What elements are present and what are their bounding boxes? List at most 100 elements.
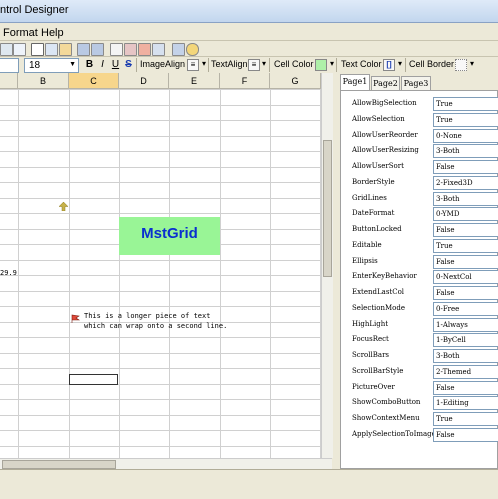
- property-value[interactable]: False: [433, 160, 498, 174]
- property-row: SelectionMode 0-Free: [341, 301, 498, 317]
- scrollbar-thumb[interactable]: [323, 140, 332, 277]
- property-value[interactable]: 3-Both: [433, 191, 498, 206]
- property-value[interactable]: 1-Editing: [433, 396, 498, 411]
- property-name: ButtonLocked: [352, 225, 402, 233]
- property-value[interactable]: 2-Fixed3D: [433, 175, 498, 190]
- property-value[interactable]: False: [433, 380, 498, 395]
- property-row: ButtonLocked False: [341, 223, 498, 238]
- menu-help[interactable]: Help: [41, 27, 64, 39]
- property-value[interactable]: 0-NextCol: [433, 270, 498, 285]
- column-header-selected[interactable]: C: [69, 73, 119, 89]
- grid[interactable]: B C D E F G MstGrid 29.9 This is a longe…: [0, 73, 321, 458]
- property-value[interactable]: 1-ByCell: [433, 333, 498, 348]
- property-value[interactable]: 3-Both: [433, 144, 498, 159]
- property-name: ExtendLastCol: [352, 288, 405, 296]
- property-name: ScrollBars: [352, 351, 390, 359]
- column-header[interactable]: D: [119, 73, 169, 89]
- strikethrough-button[interactable]: S: [123, 59, 134, 71]
- text-color-swatch-icon[interactable]: []: [383, 59, 395, 71]
- font-name-combo[interactable]: [0, 58, 19, 73]
- property-row: FocusRect 1-ByCell: [341, 333, 498, 348]
- property-value[interactable]: 0-Free: [433, 301, 498, 316]
- grid-row-line: [0, 198, 321, 199]
- image-align-icon[interactable]: ≡: [187, 59, 199, 71]
- property-value[interactable]: True: [433, 97, 498, 111]
- property-value[interactable]: 0-None: [433, 128, 498, 143]
- chevron-down-icon: ▼: [69, 61, 76, 68]
- toolbar-separator: [208, 58, 209, 72]
- property-value[interactable]: 2-Themed: [433, 364, 498, 379]
- cut-icon[interactable]: [31, 43, 44, 56]
- text-color-label: Text Color: [341, 59, 382, 69]
- property-value[interactable]: 1-Always: [433, 317, 498, 332]
- property-row: ShowComboButton 1-Editing: [341, 396, 498, 411]
- property-value[interactable]: False: [433, 254, 498, 269]
- delete-row-icon[interactable]: [91, 43, 104, 56]
- property-value[interactable]: False: [433, 286, 498, 300]
- row-header-corner: [0, 73, 18, 89]
- copy-icon[interactable]: [45, 43, 58, 56]
- image-align-label: ImageAlign: [140, 59, 186, 69]
- property-row: ScrollBarStyle 2-Themed: [341, 364, 498, 380]
- merged-cell[interactable]: MstGrid: [119, 217, 220, 255]
- property-value[interactable]: True: [433, 238, 498, 253]
- print-preview-icon[interactable]: [13, 43, 26, 56]
- property-value[interactable]: True: [433, 412, 498, 426]
- cell-border-icon[interactable]: [455, 59, 467, 71]
- property-name: ScrollBarStyle: [352, 366, 404, 375]
- save-icon[interactable]: [0, 43, 13, 56]
- property-row: BorderStyle 2-Fixed3D: [341, 175, 498, 191]
- grid-row-line: [0, 430, 321, 431]
- property-value[interactable]: False: [433, 427, 498, 442]
- property-row: AllowBigSelection True: [341, 97, 498, 112]
- grid-row-line: [0, 167, 321, 168]
- tab-page3[interactable]: Page3: [401, 76, 431, 90]
- property-name: PictureOver: [352, 382, 395, 391]
- image-icon[interactable]: [172, 43, 185, 56]
- underline-button[interactable]: U: [110, 59, 121, 71]
- property-value[interactable]: 0-YMD: [433, 207, 498, 222]
- property-name: DateFormat: [352, 209, 395, 218]
- paste-icon[interactable]: [59, 43, 72, 56]
- property-row: AllowUserSort False: [341, 160, 498, 175]
- property-name: AllowUserSort: [352, 162, 404, 170]
- delete-column-icon[interactable]: [124, 43, 137, 56]
- grid-row-line: [0, 105, 321, 106]
- sort-icon[interactable]: [152, 43, 165, 56]
- grid-row-line: [0, 275, 321, 276]
- number-cell[interactable]: 29.9: [0, 269, 17, 277]
- insert-column-icon[interactable]: [110, 43, 123, 56]
- property-value[interactable]: True: [433, 112, 498, 127]
- insert-row-icon[interactable]: [77, 43, 90, 56]
- italic-button[interactable]: I: [97, 59, 108, 71]
- grid-row-line: [0, 368, 321, 369]
- scrollbar-thumb[interactable]: [2, 460, 116, 469]
- property-name: AllowBigSelection: [352, 99, 417, 107]
- column-header[interactable]: G: [270, 73, 321, 89]
- cell-color-swatch-icon[interactable]: [315, 59, 327, 71]
- text-color-dropdown-icon[interactable]: ▾: [395, 59, 405, 69]
- property-name: AllowUserReorder: [352, 130, 418, 139]
- property-value[interactable]: False: [433, 223, 498, 237]
- title-bar: ntrol Designer: [0, 0, 498, 23]
- selected-cell[interactable]: [69, 374, 118, 385]
- column-header[interactable]: B: [18, 73, 69, 89]
- grid-row-line: [0, 384, 321, 385]
- grid-column-line: [69, 89, 70, 458]
- menu-format[interactable]: Format: [3, 27, 38, 39]
- merge-icon[interactable]: [138, 43, 151, 56]
- bold-button[interactable]: B: [84, 59, 95, 71]
- column-header[interactable]: F: [220, 73, 270, 89]
- tab-page2[interactable]: Page2: [371, 76, 400, 90]
- text-align-dropdown-icon[interactable]: ▾: [259, 59, 269, 69]
- tab-page1[interactable]: Page1: [340, 74, 370, 90]
- property-row: EnterKeyBehavior 0-NextCol: [341, 270, 498, 285]
- font-size-combo[interactable]: 18 ▼: [24, 58, 79, 73]
- property-row: DateFormat 0-YMD: [341, 207, 498, 222]
- cell-border-dropdown-icon[interactable]: ▾: [467, 59, 477, 69]
- property-value[interactable]: 3-Both: [433, 349, 498, 363]
- help-icon[interactable]: [186, 43, 199, 56]
- vertical-scrollbar[interactable]: [321, 73, 333, 458]
- column-header[interactable]: E: [169, 73, 220, 89]
- property-row: AllowSelection True: [341, 112, 498, 128]
